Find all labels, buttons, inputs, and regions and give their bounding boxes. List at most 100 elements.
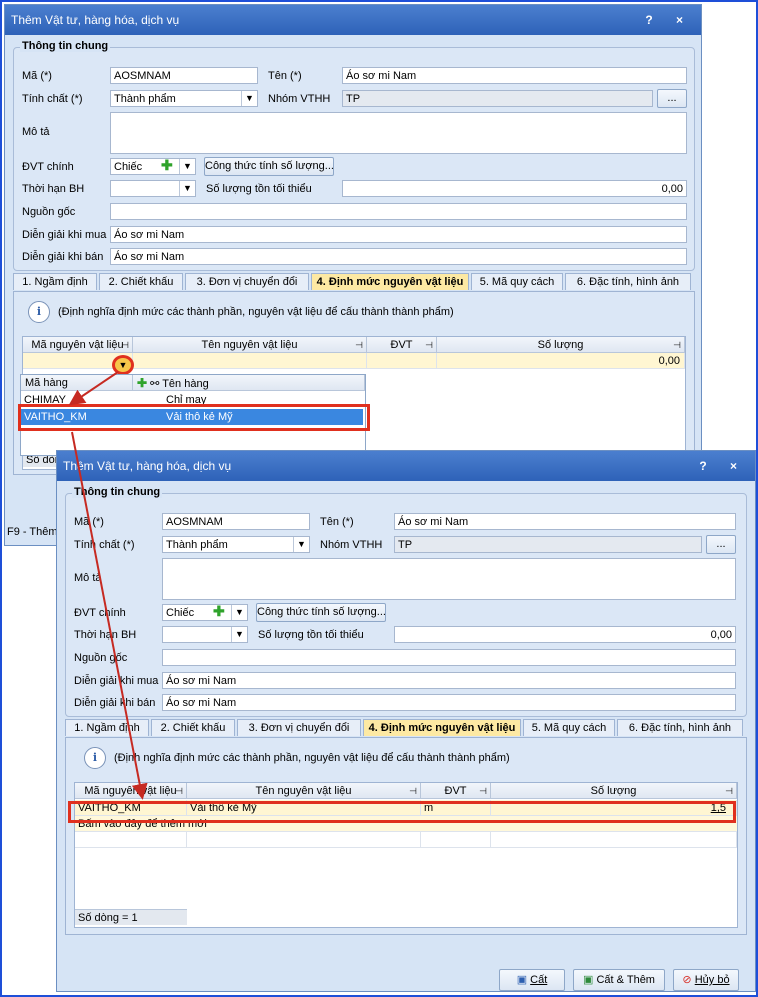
back-dvt-select[interactable]: Chiếc ✚ ▼ [110,158,196,175]
front-tab-strip: 1. Ngầm định 2. Chiết khấu 3. Đơn vị chu… [65,719,745,737]
front-label-dg-ban: Diễn giải khi bán [74,697,156,709]
plus-icon[interactable]: ✚ [137,376,147,390]
front-ten-input[interactable]: Áo sơ mi Nam [394,513,736,530]
chevron-down-icon[interactable]: ▼ [231,627,247,642]
back-label-ten: Tên (*) [268,70,302,82]
front-nhom-ellipsis-button[interactable]: ... [706,535,736,554]
back-label-nhom: Nhóm VTHH [268,93,331,105]
back-tab-ma-quy-cach[interactable]: 5. Mã quy cách [471,273,563,290]
back-code-dropdown-button[interactable]: ▼ [112,355,134,375]
front-thoi-han-select[interactable]: ▼ [162,626,248,643]
chevron-down-icon[interactable]: ▼ [231,605,247,620]
front-so-luong-ton-input[interactable]: 0,00 [394,626,736,643]
plus-icon[interactable]: ✚ [161,159,173,174]
front-label-ten: Tên (*) [320,516,354,528]
chevron-down-icon[interactable]: ▼ [179,181,195,196]
back-grid-header-qty[interactable]: Số lượng ⊣ [437,337,685,353]
front-formula-button[interactable]: Công thức tính số lượng... [256,603,386,622]
back-tab-dinh-muc[interactable]: 4. Định mức nguyên vật liệu [311,273,469,290]
front-row-count: Số dòng = 1 [75,909,187,925]
back-ten-input[interactable]: Áo sơ mi Nam [342,67,687,84]
back-nguon-goc-input[interactable] [110,203,687,220]
front-grid-header-name[interactable]: Tên nguyên vật liệu ⊣ [187,783,421,799]
back-tinh-chat-select[interactable]: Thành phẩm ▼ [110,90,258,107]
front-dg-mua-input[interactable]: Áo sơ mi Nam [162,672,736,689]
front-tab-ngam-dinh[interactable]: 1. Ngầm định [65,719,149,736]
front-grid-header-qty[interactable]: Số lượng ⊣ [491,783,737,799]
front-tab-ma-quy-cach[interactable]: 5. Mã quy cách [523,719,615,736]
front-nhom-input[interactable]: TP [394,536,702,553]
front-tinh-chat-select[interactable]: Thành phẩm ▼ [162,536,310,553]
save-add-button[interactable]: ▣ Cất & Thêm [573,969,665,991]
back-grid-header-code[interactable]: Mã nguyên vật liệu ⊣ [23,337,133,353]
pin-icon[interactable]: ⊣ [725,783,733,799]
front-ma-input[interactable]: AOSMNAM [162,513,310,530]
back-formula-button[interactable]: Công thức tính số lượng... [204,157,334,176]
back-mo-ta-textarea[interactable] [110,112,687,154]
back-tab-chiet-khau[interactable]: 2. Chiết khấu [99,273,183,290]
back-label-tinh-chat: Tính chất (*) [22,93,83,105]
back-dg-mua-input[interactable]: Áo sơ mi Nam [110,226,687,243]
back-f9-hint: F9 - Thêm [7,526,58,538]
back-label-so-luong-ton: Số lượng tồn tối thiểu [206,183,312,195]
front-label-dvt: ĐVT chính [74,607,126,619]
back-tab-strip: 1. Ngầm định 2. Chiết khấu 3. Đơn vị chu… [13,273,693,291]
front-window-title-buttons[interactable]: ? × [699,451,747,481]
pin-icon[interactable]: ⊣ [673,337,681,353]
back-dg-ban-input[interactable]: Áo sơ mi Nam [110,248,687,265]
back-label-dg-mua: Diễn giải khi mua [22,229,107,241]
chevron-down-icon[interactable]: ▼ [241,91,257,106]
front-tab-panel: i (Định nghĩa định mức các thành phần, n… [65,737,747,935]
front-label-tinh-chat: Tính chất (*) [74,539,135,551]
pin-icon[interactable]: ⊣ [409,783,417,799]
front-tab-dinh-muc[interactable]: 4. Định mức nguyên vật liệu [363,719,521,736]
back-window-title-buttons[interactable]: ? × [645,5,693,35]
front-grid-header-code[interactable]: Mã nguyên vật liệu ⊣ [75,783,187,799]
save-button[interactable]: ▣ Cất [499,969,565,991]
front-info-text: (Định nghĩa định mức các thành phần, ngu… [114,752,510,764]
cancel-button[interactable]: ⊘ Hủy bỏ [673,969,739,991]
front-grid-header-unit[interactable]: ĐVT ⊣ [421,783,491,799]
back-grid-header-name[interactable]: Tên nguyên vật liệu ⊣ [133,337,367,353]
back-thoi-han-select[interactable]: ▼ [110,180,196,197]
back-grid-row-unit[interactable] [367,353,437,369]
front-tinh-chat-value: Thành phẩm [166,539,228,551]
plus-icon[interactable]: ✚ [213,605,225,620]
pin-icon[interactable]: ⊣ [175,783,183,799]
save-add-icon: ▣ [583,974,594,986]
pin-icon[interactable]: ⊣ [425,337,433,353]
back-tab-don-vi[interactable]: 3. Đơn vị chuyển đổi [185,273,309,290]
back-label-ma: Mã (*) [22,70,52,82]
front-dg-ban-input[interactable]: Áo sơ mi Nam [162,694,736,711]
binoculars-icon[interactable]: ⚯ [150,378,159,390]
pin-icon[interactable]: ⊣ [121,337,129,353]
front-dvt-select[interactable]: Chiếc ✚ ▼ [162,604,248,621]
front-nguon-goc-input[interactable] [162,649,736,666]
pin-icon[interactable]: ⊣ [479,783,487,799]
info-icon: i [28,301,50,323]
back-grid-row-name[interactable] [133,353,367,369]
front-tab-chiet-khau[interactable]: 2. Chiết khấu [151,719,235,736]
back-tab-dac-tinh[interactable]: 6. Đặc tính, hình ảnh [565,273,691,290]
pin-icon[interactable]: ⊣ [355,337,363,353]
back-grid-row-qty[interactable]: 0,00 [437,353,685,369]
floppy-disk-icon: ▣ [516,974,528,986]
back-ma-input[interactable]: AOSMNAM [110,67,258,84]
table-row [491,832,737,848]
front-tab-dac-tinh[interactable]: 6. Đặc tính, hình ảnh [617,719,743,736]
back-tab-ngam-dinh[interactable]: 1. Ngầm định [13,273,97,290]
chevron-down-icon[interactable]: ▼ [179,159,195,174]
back-nhom-ellipsis-button[interactable]: ... [657,89,687,108]
front-label-ma: Mã (*) [74,516,104,528]
front-tab-don-vi[interactable]: 3. Đơn vị chuyển đổi [237,719,361,736]
back-so-luong-ton-input[interactable]: 0,00 [342,180,687,197]
front-dvt-value: Chiếc [166,607,195,619]
chevron-down-icon[interactable]: ▼ [293,537,309,552]
back-nhom-input[interactable]: TP [342,90,653,107]
table-row [187,832,421,848]
table-row [421,832,491,848]
front-mo-ta-textarea[interactable] [162,558,736,600]
back-grid-header-unit[interactable]: ĐVT ⊣ [367,337,437,353]
cancel-icon: ⊘ [682,974,692,986]
popup-header-code: Mã hàng [21,375,133,391]
